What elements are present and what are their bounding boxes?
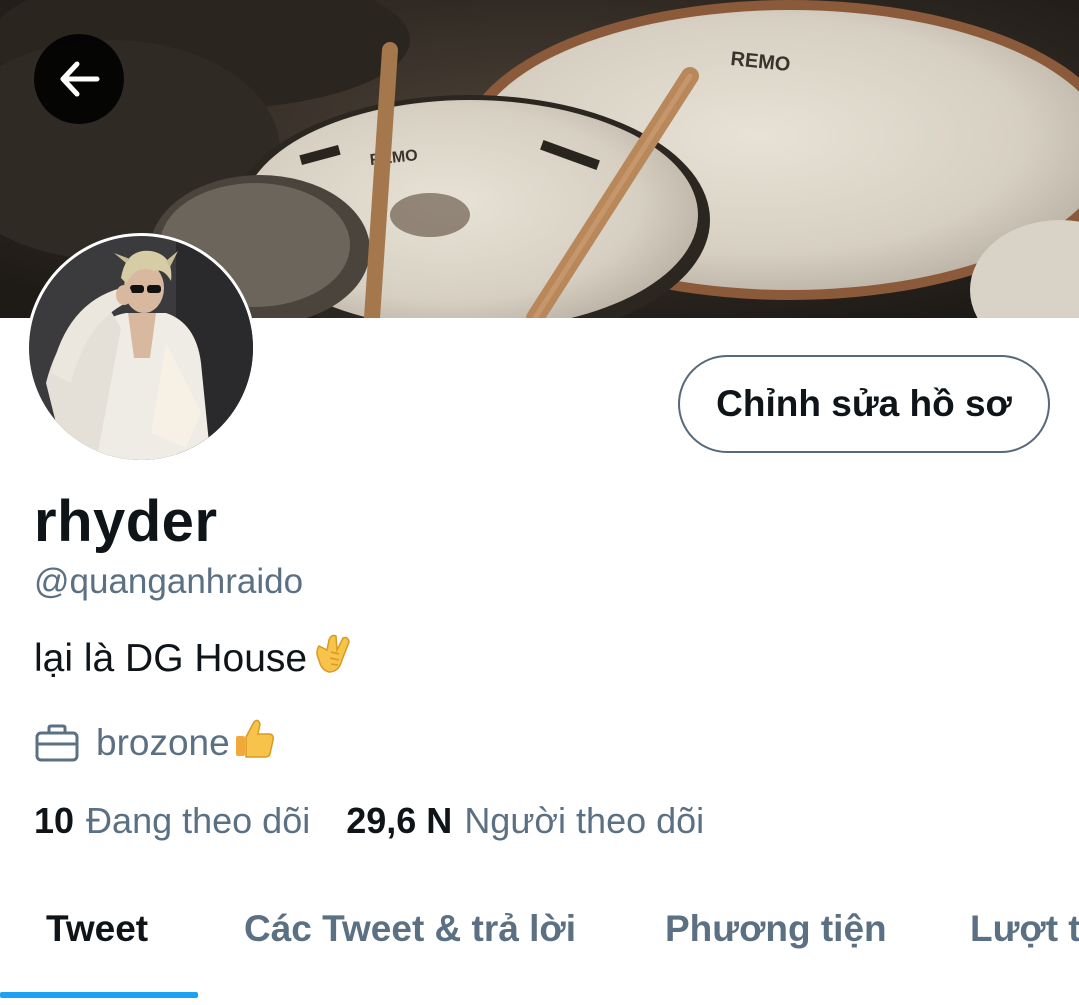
arrow-left-icon [60,61,100,97]
briefcase-icon [34,723,80,763]
followers-link[interactable]: 29,6 N Người theo dõi [346,800,704,842]
display-name: rhyder [34,489,218,554]
followers-count: 29,6 N [346,800,453,841]
tab-media[interactable]: Phương tiện [665,908,887,950]
bio: lại là DG House [34,630,353,688]
profile-tabs: Tweet Các Tweet & trả lời Phương tiện Lư… [0,880,1079,1005]
avatar[interactable] [26,233,256,463]
profile-page: REMO REMO Chỉnh sửa hồ sơ rhyder @quanga… [0,0,1079,1005]
edit-profile-button[interactable]: Chỉnh sửa hồ sơ [678,355,1050,453]
tab-tweets-and-replies[interactable]: Các Tweet & trả lời [244,908,576,950]
back-button[interactable] [34,34,124,124]
active-tab-indicator [0,992,198,998]
thumbs-up-emoji [232,716,276,769]
following-link[interactable]: 10 Đang theo dõi [34,800,310,842]
call-me-hand-emoji [309,630,353,688]
bio-text: lại là DG House [34,637,308,680]
following-label: Đang theo dõi [86,800,311,841]
profile-location: brozone [34,716,276,769]
user-handle: @quanganhraido [34,562,304,601]
followers-label: Người theo dõi [464,800,705,841]
avatar-image [29,236,253,460]
location-text: brozone [96,721,230,763]
following-count: 10 [34,800,75,841]
tab-tweets[interactable]: Tweet [46,908,148,950]
tab-likes[interactable]: Lượt thích [970,908,1079,950]
follow-stats: 10 Đang theo dõi 29,6 N Người theo dõi [34,800,704,842]
